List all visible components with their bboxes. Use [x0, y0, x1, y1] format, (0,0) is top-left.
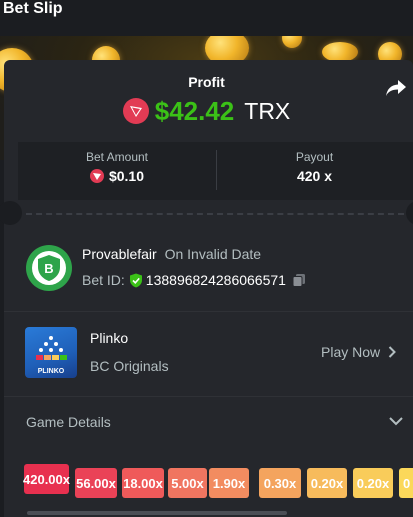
provably-fair-shield-icon: B [26, 245, 72, 291]
horizontal-scrollbar[interactable] [27, 511, 287, 515]
payout-value: 420 x [296, 168, 333, 184]
profit-amount: $42.42 [154, 95, 235, 126]
bet-info-panel: Bet Amount $0.10 Payout 420 x [18, 142, 413, 200]
profit-label: Profit [188, 74, 225, 90]
section-divider [4, 311, 413, 312]
multiplier-box: 0 [399, 468, 413, 498]
page-title: Bet Slip [3, 0, 63, 17]
share-icon[interactable] [385, 78, 407, 98]
play-now-label: Play Now [321, 344, 381, 360]
multiplier-box: 0.30x [259, 468, 301, 498]
bet-amount-section: Bet Amount $0.10 [18, 142, 216, 200]
svg-text:B: B [44, 261, 53, 276]
bet-slip-card [4, 60, 413, 517]
game-details-label[interactable]: Game Details [26, 414, 111, 430]
bet-amount-row: $0.10 [18, 168, 216, 184]
chevron-down-icon[interactable] [389, 416, 403, 426]
plinko-pegs-icon [36, 336, 67, 360]
bet-id-value: 138896824286066571 [145, 272, 286, 288]
multiplier-box: 5.00x [168, 468, 207, 498]
payout-row: 420 x [216, 168, 413, 184]
multiplier-box: 0.20x [353, 468, 393, 498]
bet-id-line: Bet ID: 138896824286066571 [82, 272, 306, 288]
trx-icon [89, 169, 104, 183]
multiplier-box: 420.00x [23, 464, 70, 494]
profit-currency: TRX [244, 97, 291, 124]
coin-decoration [322, 42, 358, 62]
profit-row: $42.42 TRX [0, 94, 413, 128]
multiplier-row: 420.00x 56.00x 18.00x 5.00x 1.90x 0.30x 0.20x 0… [23, 460, 413, 500]
thumbnail-caption: PLINKO [37, 368, 65, 375]
bet-id-label: Bet ID: [82, 272, 125, 288]
multiplier-box: 0.20x [307, 468, 347, 498]
coin-decoration [282, 36, 302, 48]
copy-icon[interactable] [292, 273, 306, 287]
bet-amount-value: $0.10 [108, 168, 145, 184]
game-provider: BC Originals [90, 358, 169, 374]
payout-label: Payout [295, 150, 334, 164]
bet-amount-label: Bet Amount [85, 150, 149, 164]
play-now-button[interactable]: Play Now [321, 344, 397, 360]
dashed-divider [26, 213, 404, 215]
payout-section: Payout 420 x [216, 142, 413, 200]
shield-inner: B [32, 251, 66, 285]
provably-fair-name[interactable]: Provablefair [82, 246, 157, 262]
trx-icon [122, 98, 149, 124]
section-divider [4, 396, 413, 397]
game-thumbnail[interactable]: PLINKO [25, 327, 77, 378]
top-bar: Bet Slip [0, 0, 413, 36]
multiplier-box: 1.90x [209, 468, 249, 498]
multiplier-box: 56.00x [75, 468, 117, 498]
bet-date: On Invalid Date [164, 246, 262, 262]
verified-shield-icon [129, 273, 142, 287]
provably-fair-line: Provablefair On Invalid Date [82, 246, 261, 262]
game-name: Plinko [90, 330, 129, 346]
multiplier-box: 18.00x [122, 468, 164, 498]
chevron-right-icon [388, 346, 397, 358]
